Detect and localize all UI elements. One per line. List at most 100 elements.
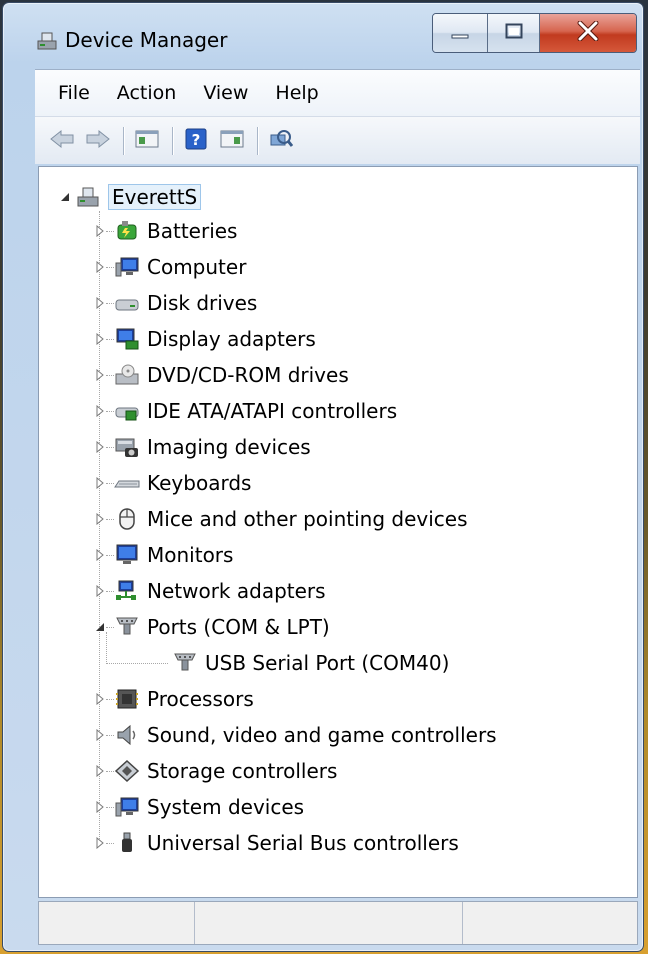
tree-connector [106, 843, 114, 844]
device-manager-window: Device Manager File Action View Help ? E… [2, 2, 644, 952]
device-tree[interactable]: EverettS Batteries Computer Disk drives Dis… [38, 166, 638, 898]
tree-category-item[interactable]: Batteries [94, 215, 237, 247]
tree-category-item[interactable]: Storage controllers [94, 755, 337, 787]
tree-category-item[interactable]: Monitors [94, 539, 233, 571]
mouse-icon [114, 506, 140, 532]
toolbar-separator [172, 126, 173, 155]
tree-category-item[interactable]: Display adapters [94, 323, 316, 355]
menu-file[interactable]: File [35, 82, 107, 104]
tree-category-item[interactable]: System devices [94, 791, 304, 823]
tree-connector [106, 771, 114, 772]
menu-view[interactable]: View [193, 82, 265, 104]
scan-hardware-button[interactable] [266, 126, 296, 156]
maximize-button[interactable] [488, 14, 540, 52]
maximize-icon [505, 23, 523, 43]
back-button[interactable] [47, 126, 77, 156]
tree-category-item[interactable]: Computer [94, 251, 246, 283]
keyboard-icon [114, 470, 140, 496]
expand-arrow-icon[interactable] [94, 297, 106, 309]
speaker-icon [114, 722, 140, 748]
tree-category-item[interactable]: Mice and other pointing devices [94, 503, 468, 535]
expand-arrow-icon[interactable] [94, 369, 106, 381]
expand-arrow-icon[interactable] [94, 477, 106, 489]
tree-category-item[interactable]: IDE ATA/ATAPI controllers [94, 395, 397, 427]
expand-arrow-icon[interactable] [94, 585, 106, 597]
dvd-drive-icon [114, 362, 140, 388]
tree-root[interactable]: EverettS [59, 181, 202, 213]
tree-category-label: DVD/CD-ROM drives [147, 363, 349, 387]
tree-category-item[interactable]: DVD/CD-ROM drives [94, 359, 349, 391]
expand-arrow-icon[interactable] [94, 441, 106, 453]
tree-category-item[interactable]: Network adapters [94, 575, 326, 607]
tree-category-label: Storage controllers [147, 759, 338, 783]
tree-connector [106, 231, 114, 232]
expand-arrow-icon[interactable] [94, 765, 106, 777]
tree-device-label: USB Serial Port (COM40) [205, 651, 450, 675]
status-cell [463, 902, 637, 944]
menu-action[interactable]: Action [107, 82, 194, 104]
tree-category-item[interactable]: Universal Serial Bus controllers [94, 827, 459, 859]
expand-arrow-icon[interactable] [94, 333, 106, 345]
tree-connector [106, 735, 114, 736]
forward-button[interactable] [83, 126, 113, 156]
tree-connector [106, 699, 114, 700]
tree-connector [106, 447, 114, 448]
menu-help[interactable]: Help [265, 82, 335, 104]
tree-connector [106, 303, 114, 304]
tree-category-label: Keyboards [147, 471, 252, 495]
expand-arrow-icon[interactable] [94, 837, 106, 849]
tree-category-label: Ports (COM & LPT) [147, 615, 330, 639]
close-button[interactable] [540, 14, 636, 52]
tree-connector [106, 339, 114, 340]
expand-arrow-icon[interactable] [94, 729, 106, 741]
tree-device-item[interactable]: USB Serial Port (COM40) [172, 647, 449, 679]
forward-arrow-icon [85, 129, 111, 153]
tree-category-label: Sound, video and game controllers [147, 723, 497, 747]
tree-category-item[interactable]: Disk drives [94, 287, 257, 319]
monitor-icon [114, 542, 140, 568]
expand-arrow-icon[interactable] [94, 801, 106, 813]
tree-category-item[interactable]: Sound, video and game controllers [94, 719, 497, 751]
expand-arrow-icon[interactable] [94, 405, 106, 417]
show-hide-console-tree-button[interactable] [132, 126, 162, 156]
minimize-button[interactable] [433, 14, 488, 52]
status-cell [195, 902, 463, 944]
menu-bar: File Action View Help [35, 69, 640, 116]
expand-arrow-icon[interactable] [94, 225, 106, 237]
tree-category-label: Mice and other pointing devices [147, 507, 468, 531]
port-icon [172, 650, 198, 676]
tree-category-item[interactable]: Ports (COM & LPT) [94, 611, 330, 643]
collapse-arrow-icon[interactable] [94, 621, 106, 633]
ide-controller-icon [114, 398, 140, 424]
collapse-arrow-icon[interactable] [59, 191, 71, 203]
action-pane-button[interactable] [217, 126, 247, 156]
tree-connector [106, 375, 114, 376]
expand-arrow-icon[interactable] [94, 693, 106, 705]
expand-arrow-icon[interactable] [94, 513, 106, 525]
back-arrow-icon [49, 129, 75, 153]
help-button[interactable]: ? [181, 126, 211, 156]
tree-connector [106, 627, 114, 628]
tree-category-label: Display adapters [147, 327, 316, 351]
help-icon: ? [185, 128, 207, 154]
computer-icon [75, 184, 101, 210]
tree-category-label: System devices [147, 795, 305, 819]
scan-hardware-icon [269, 127, 294, 155]
toolbar-separator [123, 126, 124, 155]
display-adapter-icon [114, 326, 140, 352]
tree-category-item[interactable]: Imaging devices [94, 431, 311, 463]
title-bar[interactable]: Device Manager [3, 3, 643, 69]
tree-category-label: Monitors [147, 543, 234, 567]
tree-connector [106, 807, 114, 808]
tree-category-item[interactable]: Keyboards [94, 467, 251, 499]
expand-arrow-icon[interactable] [94, 261, 106, 273]
tree-connector [106, 555, 114, 556]
computer-icon [114, 254, 140, 280]
processor-icon [114, 686, 140, 712]
expand-arrow-icon[interactable] [94, 549, 106, 561]
tree-category-item[interactable]: Processors [94, 683, 254, 715]
close-icon [577, 20, 599, 45]
tree-category-label: Universal Serial Bus controllers [147, 831, 459, 855]
tree-category-label: Computer [147, 255, 247, 279]
tree-connector [106, 519, 114, 520]
